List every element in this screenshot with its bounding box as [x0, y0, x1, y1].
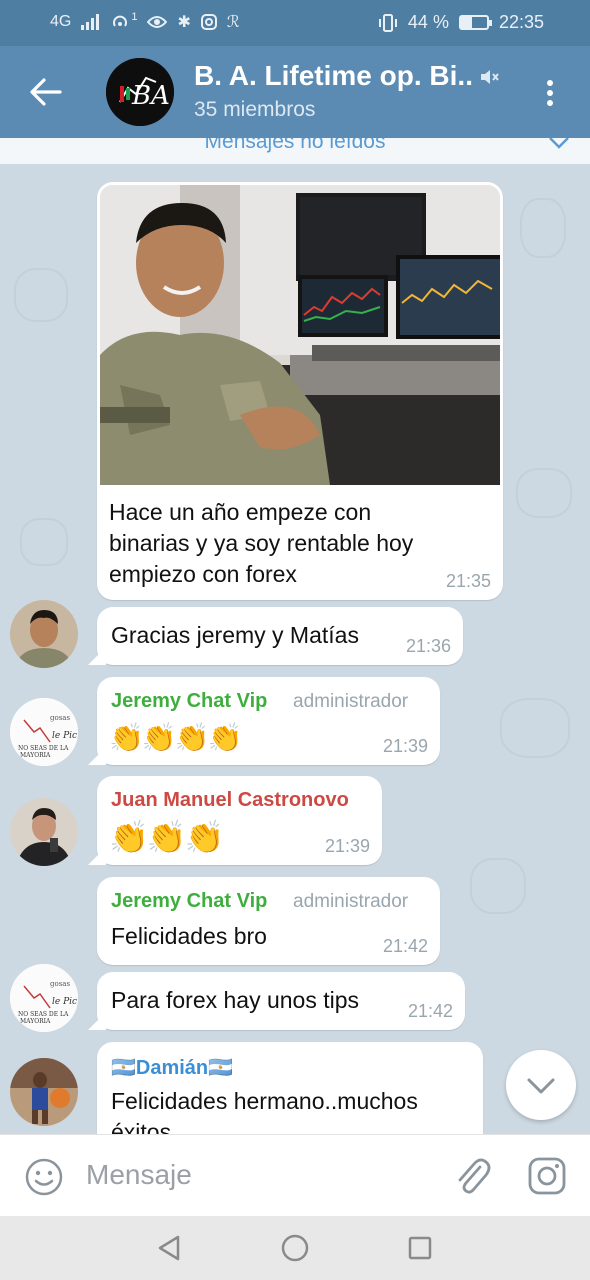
- svg-text:NO SEAS DE LA: NO SEAS DE LA: [18, 745, 69, 752]
- message-bubble[interactable]: Para forex hay unos tips 21:42: [97, 972, 465, 1030]
- message-text: Para forex hay unos tips: [111, 987, 360, 1013]
- user-avatar[interactable]: [10, 1058, 78, 1126]
- more-vert-icon[interactable]: [540, 78, 560, 108]
- status-bar: 4G 1 ✱ ℛ 44 % 22:35: [0, 0, 590, 46]
- message-text: 👏👏👏👏: [109, 722, 242, 753]
- wallpaper-doodle: [500, 698, 570, 758]
- wallpaper-doodle: [516, 468, 572, 518]
- group-title[interactable]: B. A. Lifetime op. Bi...: [194, 60, 474, 92]
- emoji-icon[interactable]: [24, 1157, 64, 1197]
- svg-text:le Pic: le Pic: [52, 731, 77, 741]
- bluetooth-icon: ✱: [177, 14, 191, 31]
- eye-icon: [147, 16, 168, 28]
- svg-text:gosas: gosas: [50, 714, 70, 722]
- notification-count: 1: [131, 11, 138, 23]
- message-bubble[interactable]: 🇦🇷Damián🇦🇷 Felicidades hermano..muchos é…: [97, 1042, 483, 1134]
- wallpaper-doodle: [470, 858, 526, 914]
- photo-message-bubble[interactable]: Hace un año empeze con binarias y ya soy…: [97, 182, 503, 600]
- paperclip-icon[interactable]: [452, 1155, 492, 1197]
- svg-text:MAYORIA: MAYORIA: [20, 1018, 51, 1025]
- svg-text:NO SEAS DE LA: NO SEAS DE LA: [18, 1011, 69, 1018]
- camera-icon[interactable]: [526, 1155, 568, 1197]
- user-avatar[interactable]: gosas le Pic NO SEAS DE LA MAYORIA: [10, 964, 78, 1032]
- message-text: Felicidades bro: [111, 923, 267, 949]
- message-composer: Mensaje: [0, 1134, 590, 1216]
- user-avatar[interactable]: [10, 600, 78, 668]
- admin-badge: administrador: [293, 891, 409, 912]
- wallpaper-doodle: [520, 198, 566, 258]
- message-time: 21:36: [405, 636, 451, 656]
- back-arrow-icon[interactable]: [26, 74, 66, 110]
- chat-area[interactable]: Mensajes no leídos Hace un año empeze co…: [0, 138, 590, 1134]
- svg-text:gosas: gosas: [50, 980, 70, 988]
- vibrate-icon: [378, 13, 397, 32]
- signal-icon: [81, 14, 100, 30]
- message-bubble[interactable]: Jeremy Chat Vip administrador Felicidade…: [97, 877, 440, 965]
- group-avatar[interactable]: BA: [106, 58, 174, 126]
- hotspot-icon: [113, 15, 128, 27]
- muted-icon: [481, 70, 499, 84]
- user-avatar[interactable]: [10, 798, 78, 866]
- wallpaper-doodle: [20, 518, 68, 566]
- message-input[interactable]: Mensaje: [86, 1159, 192, 1191]
- network-label: 4G: [50, 13, 72, 30]
- clock: 22:35: [498, 12, 544, 32]
- admin-badge: administrador: [293, 691, 409, 712]
- nav-back-icon[interactable]: [156, 1234, 182, 1262]
- svg-text:le Pic: le Pic: [52, 997, 77, 1007]
- chevron-down-icon: [527, 1078, 555, 1094]
- user-avatar[interactable]: gosas le Pic NO SEAS DE LA MAYORIA: [10, 698, 78, 766]
- battery-icon: [458, 15, 492, 30]
- sender-name[interactable]: Juan Manuel Castronovo: [111, 789, 349, 812]
- app-notification-icon: ℛ: [226, 14, 240, 31]
- sender-name[interactable]: Jeremy Chat Vip: [111, 890, 267, 913]
- svg-text:BA: BA: [131, 81, 170, 111]
- chevron-down-icon[interactable]: [548, 138, 570, 152]
- message-bubble[interactable]: Jeremy Chat Vip administrador 👏👏👏👏 21:39: [97, 677, 440, 765]
- message-time: 21:42: [407, 1001, 453, 1021]
- message-time: 21:39: [324, 836, 370, 856]
- message-bubble[interactable]: Gracias jeremy y Matías 21:36: [97, 607, 463, 665]
- sender-name[interactable]: Jeremy Chat Vip: [111, 690, 267, 713]
- photo-attachment[interactable]: [100, 185, 500, 485]
- message-time: 21:42: [382, 936, 428, 956]
- message-text: Gracias jeremy y Matías: [111, 622, 359, 648]
- message-text: Hace un año empeze con binarias y ya soy…: [109, 499, 414, 587]
- sender-name[interactable]: 🇦🇷Damián🇦🇷: [111, 1055, 233, 1080]
- wallpaper-doodle: [14, 268, 68, 322]
- unread-label: Mensajes no leídos: [204, 138, 386, 153]
- chat-header: BA B. A. Lifetime op. Bi... 35 miembros: [0, 46, 590, 138]
- message-text: Felicidades hermano..muchos éxitos: [111, 1088, 418, 1134]
- message-bubble[interactable]: Juan Manuel Castronovo 👏👏👏 21:39: [97, 776, 382, 865]
- svg-text:MAYORIA: MAYORIA: [20, 752, 51, 759]
- message-text: 👏👏👏: [109, 819, 225, 855]
- system-navigation-bar: [0, 1216, 590, 1280]
- battery-percent: 44 %: [407, 12, 449, 32]
- nav-recents-icon[interactable]: [408, 1236, 432, 1260]
- member-count: 35 miembros: [194, 98, 316, 121]
- instagram-icon: [200, 14, 217, 30]
- message-time: 21:35: [445, 571, 491, 591]
- scroll-to-bottom-button[interactable]: [506, 1050, 576, 1120]
- nav-home-icon[interactable]: [281, 1234, 309, 1262]
- unread-messages-divider: Mensajes no leídos: [0, 138, 590, 164]
- message-time: 21:39: [382, 736, 428, 756]
